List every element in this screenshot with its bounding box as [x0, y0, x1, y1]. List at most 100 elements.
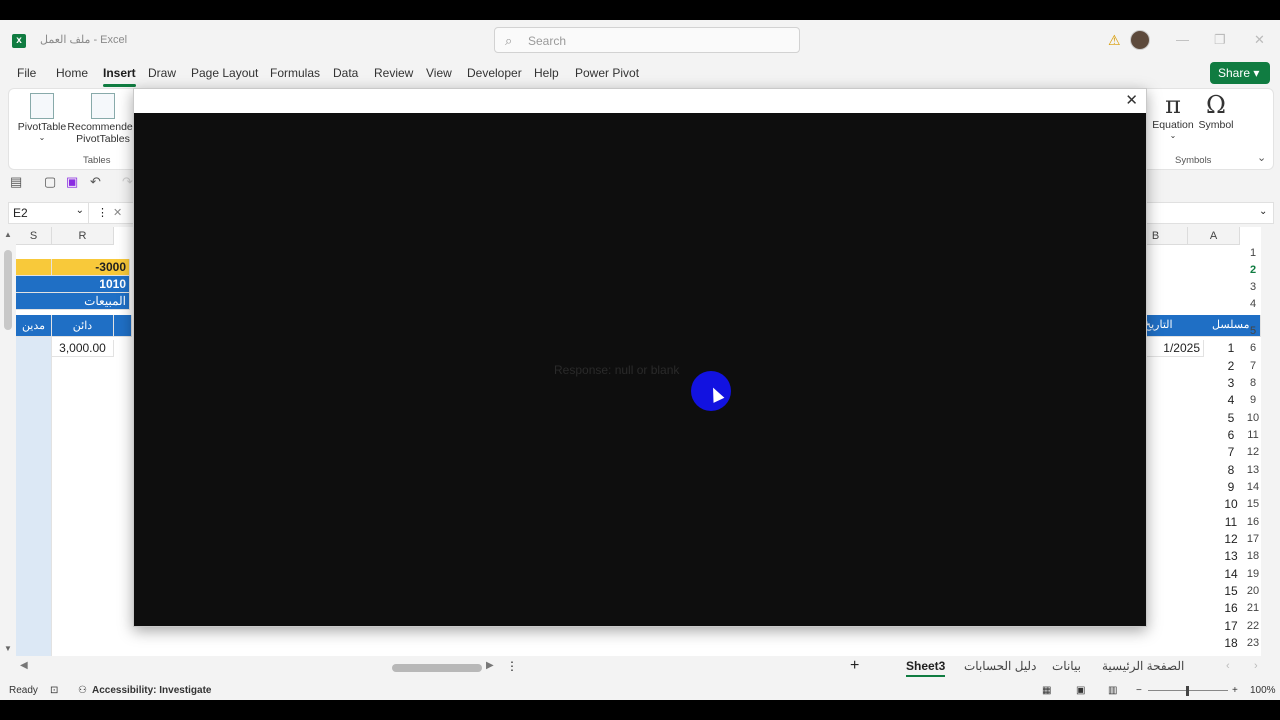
cell-s2[interactable] [16, 259, 52, 276]
row-number[interactable]: 3 [1241, 279, 1265, 296]
serial-cell[interactable]: 9 [1204, 479, 1258, 496]
horizontal-scrollbar[interactable] [392, 664, 482, 672]
collapse-ribbon-icon[interactable]: ⌄ [1257, 151, 1266, 164]
macro-record-icon[interactable]: ⊡ [50, 685, 58, 696]
serial-cell[interactable]: 16 [1204, 600, 1258, 617]
serial-cell[interactable]: 18 [1204, 635, 1258, 652]
serial-cell[interactable]: 11 [1204, 514, 1258, 531]
chevron-down-icon: ⌄ [38, 133, 46, 142]
tab-formulas[interactable]: Formulas [270, 66, 320, 80]
row-number[interactable]: 1 [1241, 245, 1265, 262]
serial-cell[interactable]: 17 [1204, 618, 1258, 635]
avatar[interactable] [1130, 30, 1150, 50]
recommended-pivottables-button[interactable]: Recommended PivotTables [67, 93, 139, 145]
pivottable-button[interactable]: PivotTable ⌄ [17, 93, 67, 142]
chevron-down-icon: ⌄ [75, 205, 84, 216]
name-box[interactable]: E2 ⌄ [9, 203, 89, 223]
undo-icon[interactable]: ↶ [90, 174, 101, 190]
cell-b6[interactable]: 1/2025 [1146, 340, 1204, 357]
new-file-icon[interactable]: ▢ [44, 174, 56, 190]
expand-formula-icon[interactable]: ⌄ [1259, 206, 1267, 217]
cell-r5[interactable]: دائن [52, 315, 114, 337]
tab-next-icon[interactable]: › [1254, 660, 1258, 672]
column-header-r[interactable]: R [52, 227, 114, 245]
tab-prev-icon[interactable]: ‹ [1226, 660, 1230, 672]
serial-cell[interactable]: 8 [1204, 462, 1258, 479]
zoom-out-icon[interactable]: − [1136, 685, 1142, 696]
more-sheets-icon[interactable]: ⋮ [506, 659, 518, 673]
column-header-a[interactable]: A [1188, 227, 1240, 245]
tab-page-layout[interactable]: Page Layout [191, 66, 258, 80]
serial-cell[interactable]: 5 [1204, 410, 1258, 427]
row-number[interactable]: 2 [1241, 262, 1265, 279]
serial-cell[interactable]: 1 [1204, 340, 1258, 357]
tab-view[interactable]: View [426, 66, 452, 80]
add-sheet-icon[interactable]: + [850, 657, 859, 675]
tab-accounts-guide[interactable]: دليل الحسابات [964, 659, 1036, 673]
page-layout-view-icon[interactable]: ▣ [1076, 685, 1085, 696]
cell-r3[interactable]: 1010 [16, 276, 130, 293]
cell-r6[interactable]: 3,000.00 [52, 340, 114, 357]
close-icon[interactable]: ✕ [1125, 93, 1138, 109]
zoom-level[interactable]: 100% [1250, 685, 1276, 696]
serial-cell[interactable]: 14 [1204, 566, 1258, 583]
accessibility-status[interactable]: Accessibility: Investigate [92, 685, 212, 696]
zoom-in-icon[interactable]: + [1232, 685, 1238, 696]
cell-r2[interactable]: -3000 [52, 259, 130, 276]
close-window-icon[interactable]: ✕ [1254, 32, 1265, 48]
page-break-view-icon[interactable]: ▥ [1108, 685, 1117, 696]
tab-help[interactable]: Help [534, 66, 559, 80]
search-input[interactable]: ⌕ Search [494, 27, 800, 53]
restore-icon[interactable]: ❐ [1214, 32, 1226, 48]
zoom-slider-thumb[interactable] [1186, 686, 1189, 696]
serial-cell[interactable]: 2 [1204, 358, 1258, 375]
row-number[interactable]: 5 [1241, 323, 1265, 340]
serial-cell[interactable]: 7 [1204, 444, 1258, 461]
normal-view-icon[interactable]: ▦ [1042, 685, 1051, 696]
share-button[interactable]: Share ▾ [1210, 62, 1270, 84]
cell-s5[interactable]: مدين [16, 315, 52, 337]
scroll-up-icon[interactable]: ▲ [4, 230, 12, 239]
tab-home-sheet[interactable]: الصفحة الرئيسية [1102, 659, 1184, 673]
recommended-label-2: PivotTables [76, 133, 130, 145]
cancel-icon[interactable]: ✕ [113, 206, 122, 219]
tab-insert[interactable]: Insert [103, 66, 136, 87]
symbol-button[interactable]: Ω Symbol [1195, 91, 1237, 131]
dialog-window: ✕ Response: null or blank [133, 88, 1147, 627]
vertical-scrollbar[interactable] [4, 250, 12, 330]
debit-column[interactable] [16, 337, 52, 670]
serial-cell[interactable]: 10 [1204, 496, 1258, 513]
save-icon[interactable]: ▣ [66, 174, 78, 190]
scroll-left-icon[interactable]: ◀ [20, 660, 28, 671]
more-icon[interactable]: ⋮ [97, 206, 108, 219]
tab-data-sheet[interactable]: بيانات [1052, 659, 1081, 673]
serial-cell[interactable]: 4 [1204, 392, 1258, 409]
tab-data[interactable]: Data [333, 66, 358, 80]
cell-q5[interactable] [114, 315, 132, 337]
pivottable-label: PivotTable [17, 121, 67, 133]
minimize-icon[interactable]: — [1176, 32, 1189, 47]
cell-b5[interactable]: التاريخ [1144, 318, 1173, 331]
serial-cell[interactable]: 6 [1204, 427, 1258, 444]
customize-icon[interactable]: ▤ [10, 174, 22, 190]
row-number[interactable]: 4 [1241, 296, 1265, 313]
tab-draw[interactable]: Draw [148, 66, 176, 80]
serial-cell[interactable]: 13 [1204, 548, 1258, 565]
tab-file[interactable]: File [17, 66, 36, 80]
tab-home[interactable]: Home [56, 66, 88, 80]
serial-cell[interactable]: 12 [1204, 531, 1258, 548]
column-header-s[interactable]: S [16, 227, 52, 245]
tab-power-pivot[interactable]: Power Pivot [575, 66, 639, 80]
tab-review[interactable]: Review [374, 66, 413, 80]
serial-cell[interactable]: 15 [1204, 583, 1258, 600]
cell-r4[interactable]: المبيعات [16, 293, 130, 310]
scroll-right-icon[interactable]: ▶ [486, 660, 494, 671]
status-ready: Ready [9, 685, 38, 696]
serial-cell[interactable]: 3 [1204, 375, 1258, 392]
scroll-down-icon[interactable]: ▼ [4, 644, 12, 653]
warning-icon[interactable]: ⚠ [1108, 32, 1121, 49]
tab-sheet3[interactable]: Sheet3 [906, 659, 946, 677]
tab-developer[interactable]: Developer [467, 66, 522, 80]
redo-icon[interactable]: ↷ [122, 174, 133, 190]
equation-button[interactable]: π Equation ⌄ [1151, 91, 1195, 140]
